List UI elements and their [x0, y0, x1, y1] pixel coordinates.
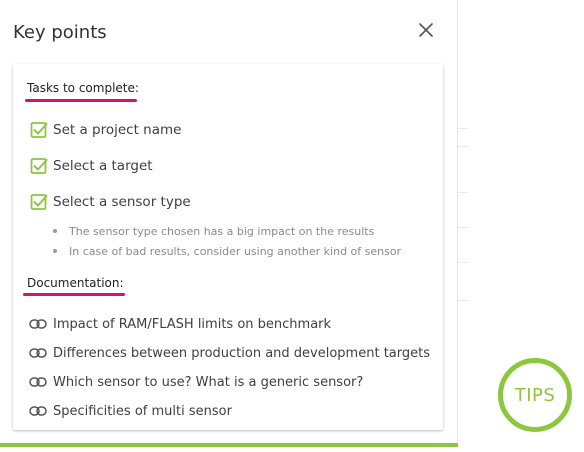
checkbox-checked-icon — [30, 158, 48, 174]
key-points-panel: Key points Tasks to complete: Set a proj… — [0, 0, 458, 446]
link-icon — [29, 319, 47, 329]
task-label: Select a sensor type — [53, 194, 191, 210]
tasks-heading-underline — [25, 99, 137, 102]
bullet-icon — [53, 229, 57, 233]
doc-link[interactable]: Specificities of multi sensor — [29, 401, 232, 421]
close-icon — [419, 23, 433, 37]
panel-bottom-accent-bar — [0, 443, 458, 447]
close-button[interactable] — [416, 20, 436, 40]
tips-button-label: TIPS — [514, 384, 556, 406]
task-label: Set a project name — [53, 122, 182, 138]
task-item: Set a project name — [30, 120, 181, 140]
hint-item: The sensor type chosen has a big impact … — [53, 221, 401, 241]
link-icon — [29, 377, 47, 387]
background-divider — [458, 192, 468, 193]
background-divider — [458, 262, 468, 263]
link-icon — [29, 348, 47, 358]
checkbox-checked-icon — [30, 122, 48, 138]
doc-link-label[interactable]: Specificities of multi sensor — [53, 404, 232, 419]
panel-title: Key points — [13, 22, 107, 43]
doc-link-label[interactable]: Impact of RAM/FLASH limits on benchmark — [53, 317, 331, 332]
sensor-hint-list: The sensor type chosen has a big impact … — [53, 221, 401, 261]
hint-text: In case of bad results, consider using a… — [69, 244, 402, 258]
hint-item: In case of bad results, consider using a… — [53, 241, 401, 261]
task-item: Select a target — [30, 156, 153, 176]
background-divider — [458, 227, 468, 228]
background-divider — [458, 128, 468, 129]
key-points-card: Tasks to complete: Set a project name Se… — [13, 64, 443, 430]
doc-link-label[interactable]: Which sensor to use? What is a generic s… — [53, 375, 363, 390]
tasks-heading: Tasks to complete: — [27, 81, 139, 95]
link-icon — [29, 406, 47, 416]
doc-link[interactable]: Which sensor to use? What is a generic s… — [29, 372, 363, 392]
checkbox-checked-icon — [30, 194, 48, 210]
background-divider — [458, 300, 468, 301]
doc-link[interactable]: Differences between production and devel… — [29, 343, 430, 363]
documentation-heading: Documentation: — [27, 276, 124, 290]
task-item: Select a sensor type — [30, 192, 191, 212]
doc-link-label[interactable]: Differences between production and devel… — [53, 346, 430, 361]
task-label: Select a target — [53, 158, 153, 174]
background-divider — [458, 146, 468, 147]
documentation-heading-underline — [23, 293, 125, 296]
hint-text: The sensor type chosen has a big impact … — [69, 224, 375, 238]
bullet-icon — [53, 249, 57, 253]
tips-button[interactable]: TIPS — [498, 358, 572, 432]
doc-link[interactable]: Impact of RAM/FLASH limits on benchmark — [29, 314, 331, 334]
